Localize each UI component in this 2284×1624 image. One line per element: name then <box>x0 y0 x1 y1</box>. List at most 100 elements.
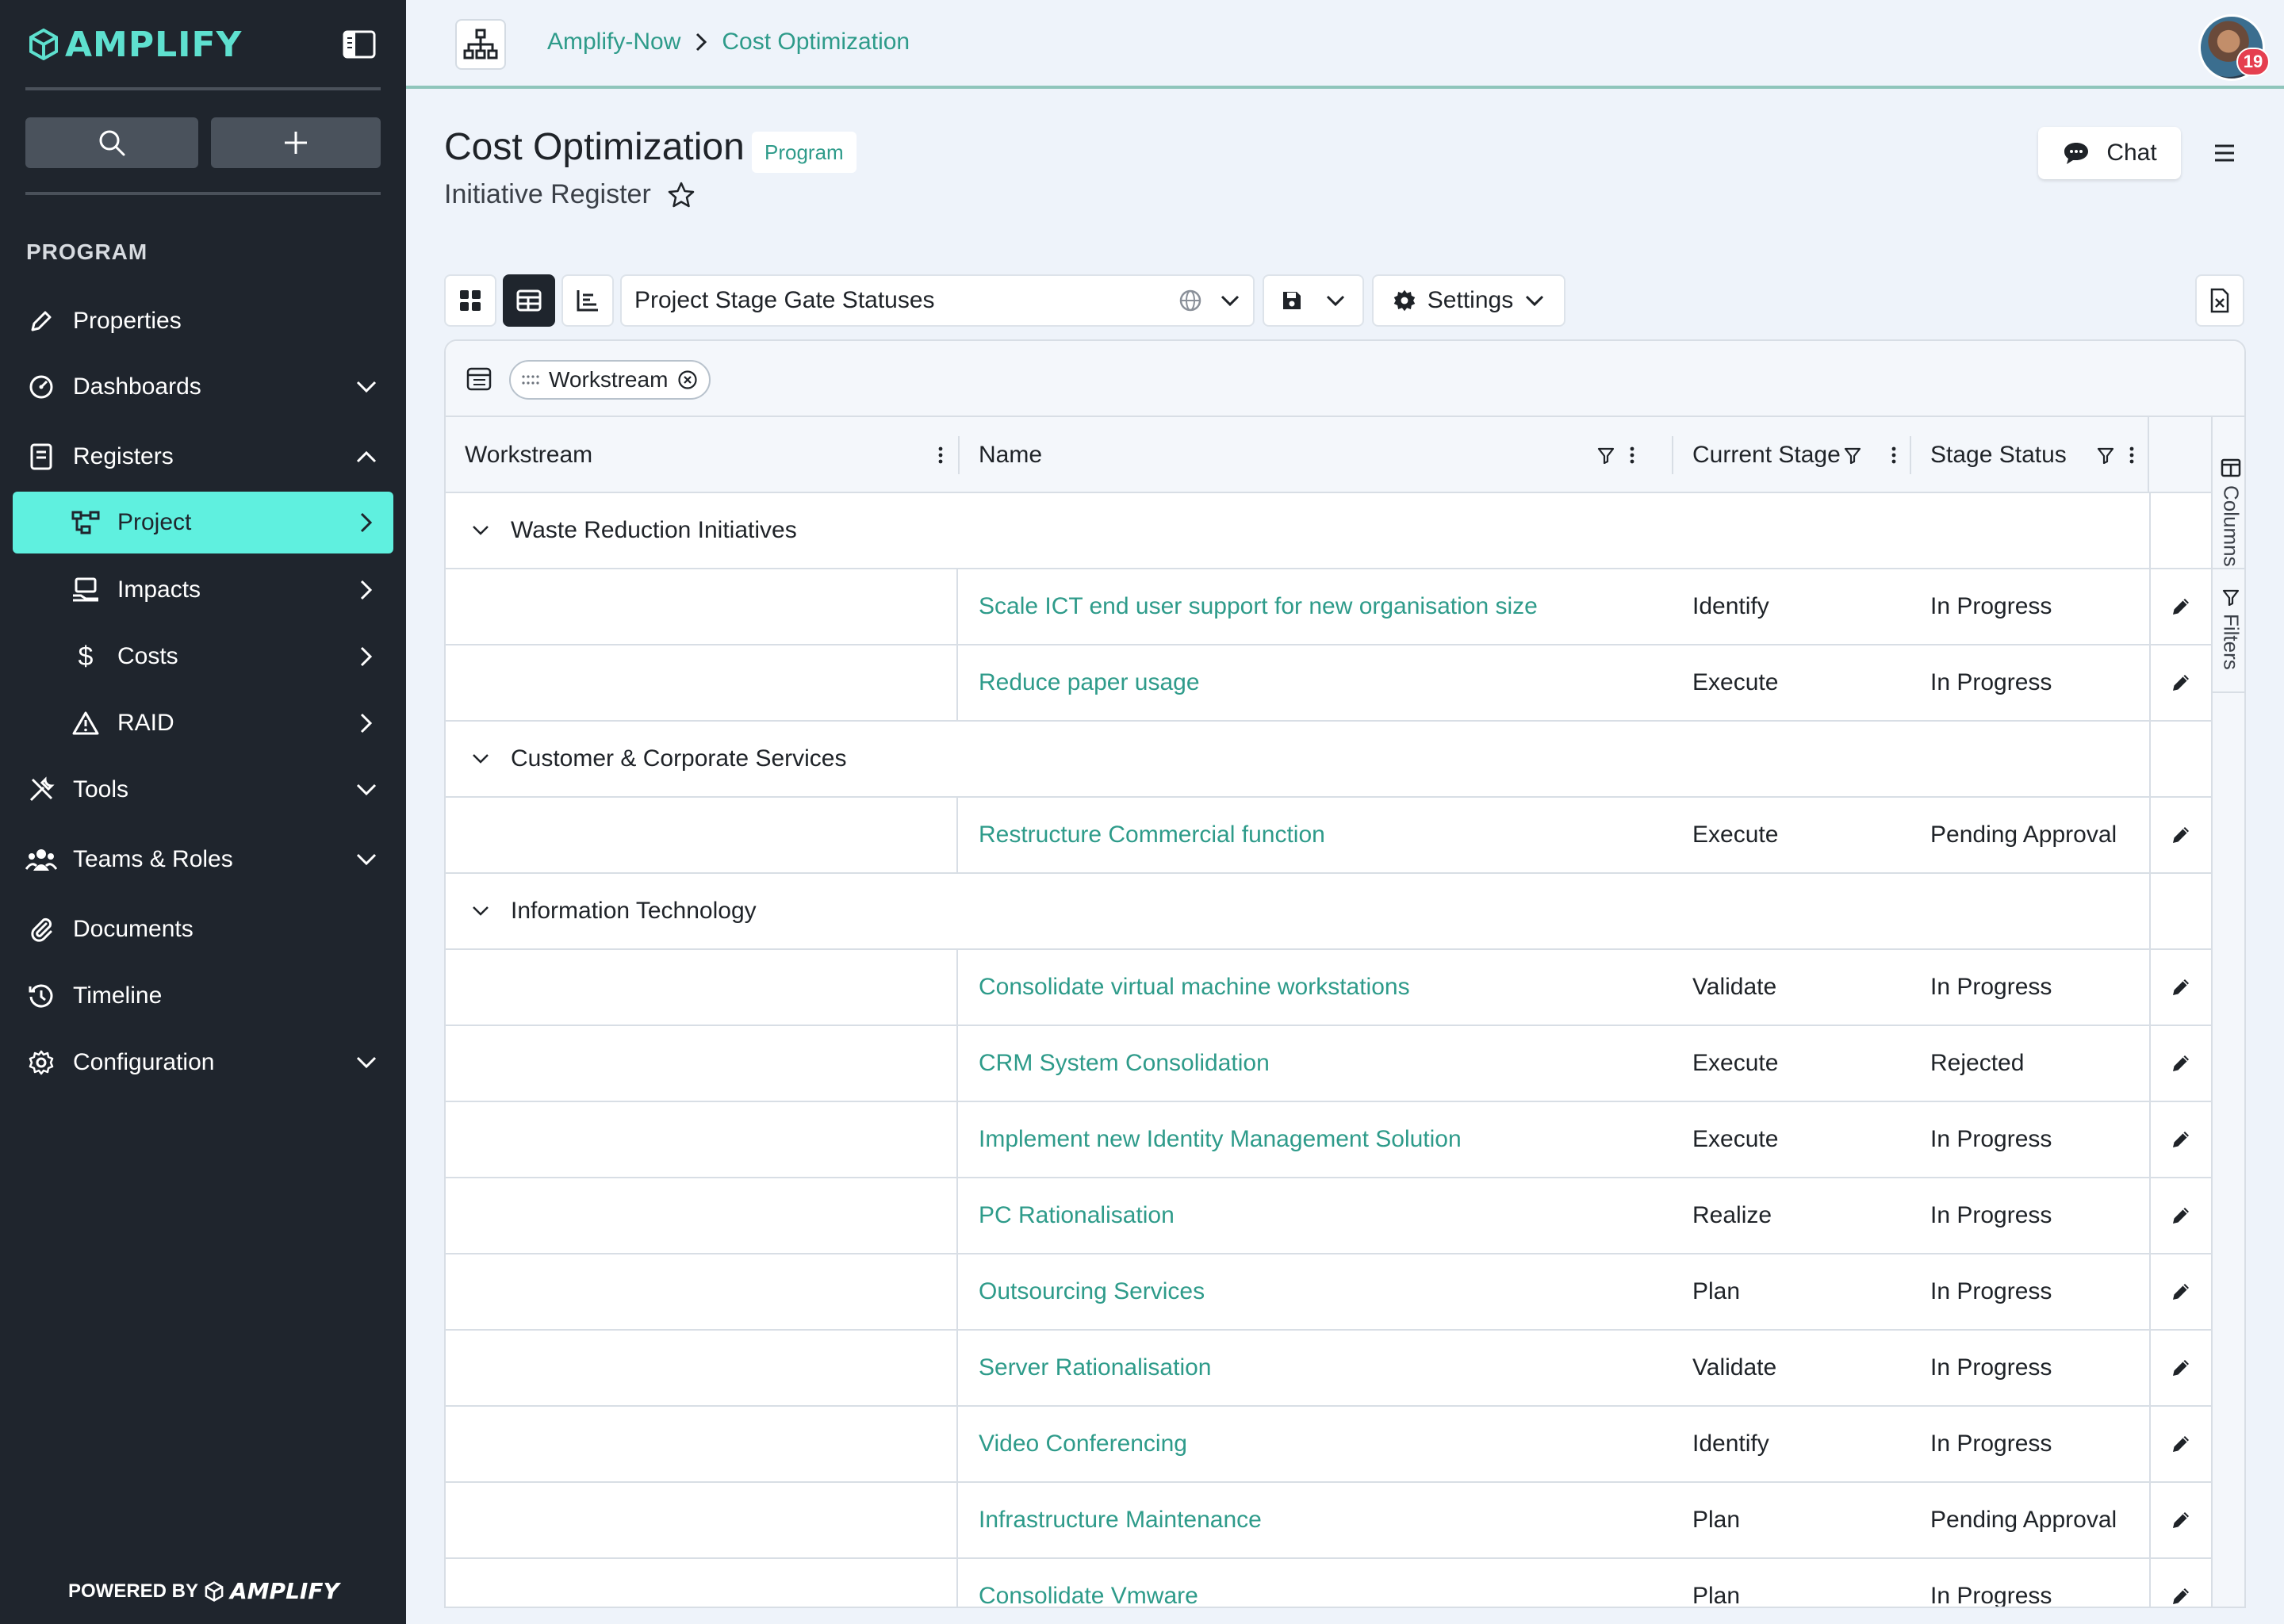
initiative-name-link[interactable]: Video Conferencing <box>979 1407 1187 1481</box>
action-cell <box>2149 874 2211 948</box>
settings-label: Settings <box>1427 287 1514 313</box>
edit-button[interactable] <box>2149 645 2211 720</box>
sidebar-item-configuration[interactable]: Configuration <box>13 1032 393 1094</box>
table-row[interactable]: Reduce paper usage Execute In Progress <box>446 645 2211 722</box>
table-row[interactable]: Outsourcing Services Plan In Progress <box>446 1254 2211 1331</box>
initiative-name-link[interactable]: Consolidate Vmware <box>979 1559 1198 1607</box>
sidebar-add-button[interactable] <box>211 117 381 168</box>
stage-status-cell: Rejected <box>1930 1050 2025 1076</box>
edit-button[interactable] <box>2149 1559 2211 1607</box>
breadcrumb-amplify-now[interactable]: Amplify-Now <box>547 29 680 56</box>
filters-tool-tab[interactable]: Filters <box>2213 588 2244 670</box>
star-icon[interactable] <box>667 181 696 209</box>
column-header-stage-status[interactable]: Stage Status <box>1911 417 2149 493</box>
settings-button[interactable]: Settings <box>1372 274 1565 327</box>
table-view-button[interactable] <box>503 274 555 327</box>
table-row[interactable]: Consolidate Vmware Plan In Progress <box>446 1559 2211 1607</box>
tile-view-button[interactable] <box>444 274 496 327</box>
team-icon <box>25 844 57 875</box>
sidebar-toggle-icon <box>343 30 376 59</box>
column-header-name[interactable]: Name <box>960 417 1650 493</box>
brand-logo[interactable]: AMPLIFY <box>29 25 242 65</box>
sidebar-item-properties[interactable]: Properties <box>13 290 393 352</box>
table-row[interactable]: Restructure Commercial function Execute … <box>446 798 2211 874</box>
chevron-down-icon[interactable] <box>465 515 496 546</box>
table-row[interactable]: CRM System Consolidation Execute Rejecte… <box>446 1026 2211 1102</box>
sidebar-item-registers[interactable]: Registers <box>13 426 393 488</box>
columns-tool-tab[interactable]: Columns <box>2213 458 2244 567</box>
sidebar-item-costs[interactable]: $ Costs <box>13 626 393 688</box>
initiative-name-link[interactable]: Outsourcing Services <box>979 1254 1205 1329</box>
edit-button[interactable] <box>2149 950 2211 1025</box>
logo-row: AMPLIFY <box>29 24 377 65</box>
sidebar-item-project[interactable]: Project <box>13 492 393 553</box>
table-row[interactable]: Infrastructure Maintenance Plan Pending … <box>446 1483 2211 1559</box>
column-menu-icon[interactable] <box>2129 446 2135 465</box>
edit-button[interactable] <box>2149 1026 2211 1101</box>
edit-button[interactable] <box>2149 798 2211 872</box>
view-select[interactable]: Project Stage Gate Statuses <box>620 274 1255 327</box>
column-header-workstream[interactable]: Workstream <box>446 417 958 493</box>
edit-button[interactable] <box>2149 1254 2211 1329</box>
hierarchy-button[interactable] <box>455 19 506 70</box>
group-chip-workstream[interactable]: Workstream <box>509 360 711 400</box>
save-view-button[interactable] <box>1263 274 1364 327</box>
collapse-sidebar-button[interactable] <box>341 26 377 63</box>
chart-view-button[interactable] <box>561 274 614 327</box>
chevron-down-icon[interactable] <box>465 895 496 927</box>
initiative-name-link[interactable]: Scale ICT end user support for new organ… <box>979 569 1538 644</box>
initiative-name-link[interactable]: Restructure Commercial function <box>979 798 1325 872</box>
initiative-name-link[interactable]: Infrastructure Maintenance <box>979 1483 1262 1557</box>
group-panel-icon <box>463 363 495 395</box>
sidebar-item-impacts[interactable]: Impacts <box>13 559 393 621</box>
notification-badge[interactable]: 19 <box>2236 48 2270 76</box>
column-header-current-stage[interactable]: Current Stage <box>1673 417 1911 493</box>
table-row[interactable]: PC Rationalisation Realize In Progress <box>446 1178 2211 1254</box>
breadcrumb-cost-optimization[interactable]: Cost Optimization <box>722 29 910 56</box>
column-menu-icon[interactable] <box>1629 446 1635 465</box>
chat-button[interactable]: Chat <box>2038 127 2181 179</box>
edit-button[interactable] <box>2149 1178 2211 1253</box>
edit-pencil-icon <box>2173 1512 2189 1528</box>
initiative-name-link[interactable]: Consolidate virtual machine workstations <box>979 950 1410 1025</box>
chevron-down-icon[interactable] <box>465 743 496 775</box>
edit-button[interactable] <box>2149 1102 2211 1177</box>
table-row[interactable]: Consolidate virtual machine workstations… <box>446 950 2211 1026</box>
sidebar-item-teams-roles[interactable]: Teams & Roles <box>13 829 393 891</box>
edit-button[interactable] <box>2149 1407 2211 1481</box>
gear-icon <box>25 1047 57 1078</box>
filter-icon[interactable] <box>2097 446 2114 464</box>
group-row[interactable]: Information Technology <box>446 874 2211 950</box>
initiative-name-link[interactable]: Server Rationalisation <box>979 1331 1211 1405</box>
edit-button[interactable] <box>2149 1331 2211 1405</box>
filter-icon[interactable] <box>1844 446 1861 464</box>
column-menu-icon[interactable] <box>937 446 944 465</box>
table-row[interactable]: Implement new Identity Management Soluti… <box>446 1102 2211 1178</box>
sidebar-item-documents[interactable]: Documents <box>13 898 393 960</box>
table-row[interactable]: Server Rationalisation Validate In Progr… <box>446 1331 2211 1407</box>
workstream-cell <box>446 950 958 1025</box>
initiative-name-link[interactable]: PC Rationalisation <box>979 1178 1175 1253</box>
powered-by: POWERED BY AMPLIFY <box>68 1578 339 1604</box>
edit-button[interactable] <box>2149 569 2211 644</box>
table-row[interactable]: Video Conferencing Identify In Progress <box>446 1407 2211 1483</box>
remove-group-button[interactable] <box>677 370 698 390</box>
group-label: Information Technology <box>511 898 757 924</box>
initiative-name-link[interactable]: CRM System Consolidation <box>979 1026 1270 1101</box>
sidebar-item-raid[interactable]: RAID <box>13 692 393 754</box>
column-menu-icon[interactable] <box>1891 446 1897 465</box>
initiative-name-link[interactable]: Implement new Identity Management Soluti… <box>979 1102 1462 1177</box>
sidebar-item-dashboards[interactable]: Dashboards <box>13 356 393 418</box>
group-row[interactable]: Waste Reduction Initiatives <box>446 493 2211 569</box>
table-row[interactable]: Scale ICT end user support for new organ… <box>446 569 2211 645</box>
initiative-name-link[interactable]: Reduce paper usage <box>979 645 1200 720</box>
sidebar-item-timeline[interactable]: Timeline <box>13 965 393 1027</box>
export-excel-button[interactable] <box>2195 274 2244 327</box>
filter-icon[interactable] <box>1597 446 1615 464</box>
sidebar-search-button[interactable] <box>25 117 198 168</box>
stage-status-cell: In Progress <box>1930 1278 2052 1304</box>
sidebar-item-tools[interactable]: Tools <box>13 759 393 821</box>
group-row[interactable]: Customer & Corporate Services <box>446 722 2211 798</box>
edit-button[interactable] <box>2149 1483 2211 1557</box>
hamburger-menu-button[interactable] <box>2205 133 2244 173</box>
